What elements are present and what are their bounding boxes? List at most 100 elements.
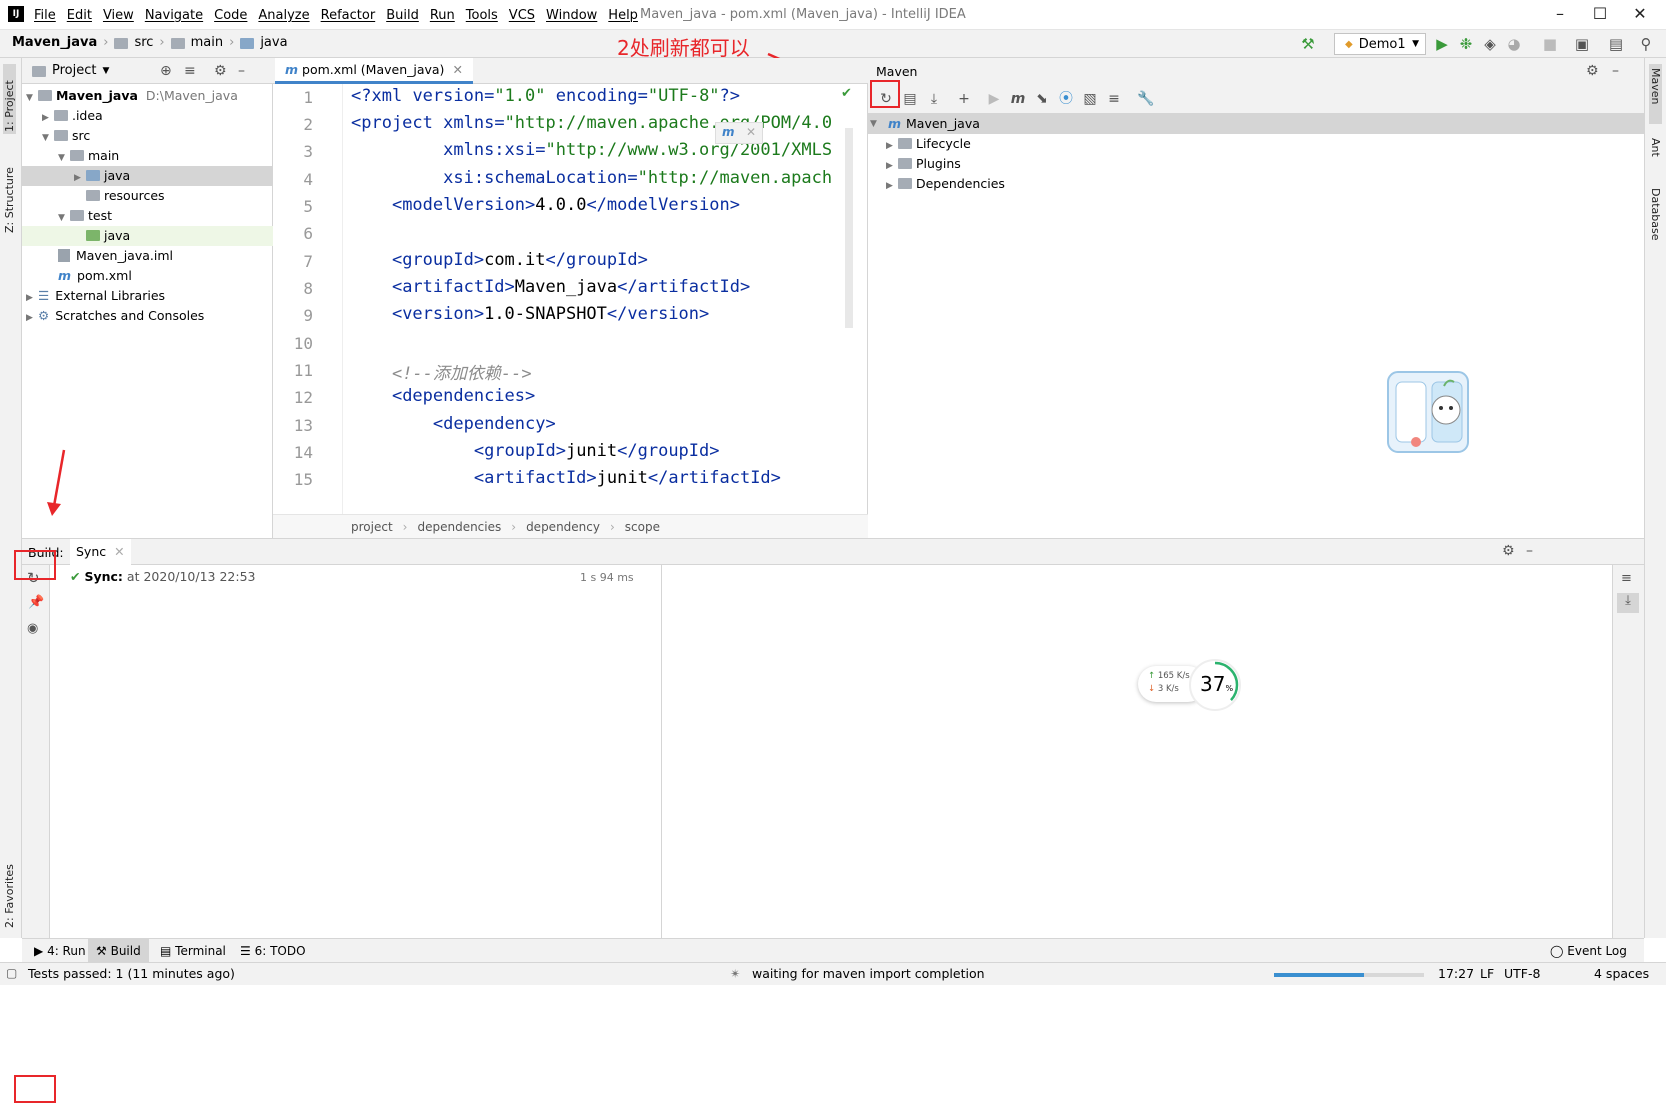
tab-todo[interactable]: ☰ 6: TODO [232,939,314,963]
tab-event-log[interactable]: ◯ Event Log [1542,939,1635,963]
maven-reload-popup[interactable]: m ✕ [715,122,763,144]
project-tool-tab[interactable]: 1: Project [3,64,16,134]
background-task-label[interactable]: waiting for maven import completion [752,966,985,981]
menu-view[interactable]: View [103,8,134,23]
run-icon[interactable]: ▶ [984,89,1004,109]
gear-icon[interactable]: ⚙ [1502,543,1515,559]
maximize-icon[interactable]: ☐ [1586,4,1614,26]
minimize-icon[interactable]: – [1546,4,1574,26]
tree-item-resources[interactable]: resources [22,186,273,206]
menu-vcs[interactable]: VCS [509,8,535,23]
search-icon[interactable]: ⚲ [1636,35,1656,53]
tab-run[interactable]: ▶ 4: Run [26,939,94,963]
maven-item-plugins[interactable]: ▶ Plugins [886,154,961,174]
tree-item-main-java[interactable]: ▶ java [22,166,273,186]
generate-sources-icon[interactable]: ▤ [900,89,920,109]
target-icon[interactable]: ⊕ [160,63,172,79]
tree-item-project-root[interactable]: ▼ Maven_java D:\Maven_java [22,86,273,106]
menu-window[interactable]: Window [546,8,597,23]
run-icon[interactable]: ▶ [1432,35,1452,53]
maven-item-lifecycle[interactable]: ▶ Lifecycle [886,134,971,154]
toggle-offline-icon[interactable]: ⬊ [1032,89,1052,109]
pin-icon[interactable]: 📌 [28,595,44,610]
tree-item-idea[interactable]: ▶ .idea [22,106,273,126]
breadcrumb-java[interactable]: java [260,35,287,50]
run-config-select[interactable]: ◆ Demo1 ▼ [1334,33,1426,55]
tree-item-scratches[interactable]: ▶ ⚙ Scratches and Consoles [22,306,273,326]
tree-item-test-java[interactable]: java [22,226,273,246]
tree-item-pom[interactable]: m pom.xml [22,266,273,286]
tree-item-test[interactable]: ▼ test [22,206,273,226]
favorites-tool-tab[interactable]: 2: Favorites [3,848,16,928]
menu-code[interactable]: Code [214,8,247,23]
sync-row[interactable]: ✔ Sync: at 2020/10/13 22:53 [70,569,256,584]
tree-item-src[interactable]: ▼ src [22,126,273,146]
breadcrumb-project[interactable]: Maven_java [12,35,97,50]
layout-icon[interactable]: ▤ [1606,35,1626,53]
close-tab-icon[interactable]: ✕ [452,62,462,77]
soft-wrap-icon[interactable]: ≡ [1621,571,1632,586]
crumb-project[interactable]: project [351,520,393,534]
project-view-select[interactable]: Project [52,63,96,78]
skip-tests-icon[interactable]: ⦿ [1056,89,1076,109]
crumb-dependency[interactable]: dependency [526,520,600,534]
editor-tab-pom[interactable]: m pom.xml (Maven_java) ✕ [275,58,473,84]
eye-icon[interactable]: ◉ [27,621,38,636]
profile-icon[interactable]: ◕ [1504,35,1524,53]
close-icon[interactable]: ✕ [1626,4,1654,26]
menu-edit[interactable]: Edit [67,8,92,23]
editor-scrollbar[interactable] [845,128,853,328]
maven-tool-tab[interactable]: Maven [1649,64,1662,124]
menu-run[interactable]: Run [430,8,455,23]
menu-build[interactable]: Build [386,8,419,23]
add-icon[interactable]: + [954,89,974,109]
stop-icon[interactable]: ■ [1540,35,1560,53]
file-encoding[interactable]: UTF-8 [1504,966,1540,981]
close-icon[interactable]: ✕ [746,125,756,139]
structure-tool-tab[interactable]: Z: Structure [3,153,16,233]
crumb-scope[interactable]: scope [625,520,660,534]
line-separator[interactable]: LF [1480,966,1494,981]
collapse-all-icon[interactable]: ≡ [1104,89,1124,109]
database-tool-tab[interactable]: Database [1649,188,1662,268]
caret-position[interactable]: 17:27 [1438,966,1474,981]
collapse-icon[interactable]: ≡ [184,63,196,79]
indent-setting[interactable]: 4 spaces [1594,966,1649,981]
scroll-to-end-icon[interactable]: ⤓ [1617,593,1639,613]
project-structure-icon[interactable]: ▣ [1572,35,1592,53]
hammer-icon[interactable]: ⚒ [1298,35,1318,53]
gear-icon[interactable]: ⚙ [1586,63,1599,79]
menu-help[interactable]: Help [608,8,638,23]
breadcrumb-src[interactable]: src [134,35,153,50]
maven-item-dependencies[interactable]: ▶ Dependencies [886,174,1005,194]
status-message[interactable]: Tests passed: 1 (11 minutes ago) [28,966,235,981]
breadcrumb-main[interactable]: main [191,35,223,50]
menu-refactor[interactable]: Refactor [321,8,376,23]
menu-navigate[interactable]: Navigate [145,8,203,23]
debug-icon[interactable]: ❉ [1456,35,1476,53]
hide-icon[interactable]: – [1612,63,1619,79]
gear-icon[interactable]: ⚙ [214,63,227,79]
tree-item-iml[interactable]: Maven_java.iml [22,246,273,266]
tab-terminal[interactable]: ▤ Terminal [152,939,234,963]
menu-tools[interactable]: Tools [466,8,498,23]
tab-sync[interactable]: Sync ✕ [70,539,131,565]
show-dependencies-icon[interactable]: ▧ [1080,89,1100,109]
download-icon[interactable]: ⤓ [924,89,944,109]
chevron-down-icon[interactable]: ▼ [102,66,109,76]
hide-icon[interactable]: – [238,63,245,79]
menu-file[interactable]: File [34,8,56,23]
maven-tree-root[interactable]: ▼ m Maven_java [868,114,1644,134]
tree-item-main[interactable]: ▼ main [22,146,273,166]
menu-analyze[interactable]: Analyze [258,8,309,23]
code-area[interactable]: <?xml version="1.0" encoding="UTF-8"?> <… [273,84,833,514]
ant-tool-tab[interactable]: Ant [1649,138,1662,178]
crumb-dependencies[interactable]: dependencies [417,520,501,534]
tree-item-external-libraries[interactable]: ▶ ☰ External Libraries [22,286,273,306]
coverage-icon[interactable]: ◈ [1480,35,1500,53]
tab-build[interactable]: ⚒ Build [88,939,149,963]
maven-reload-icon[interactable]: m [722,125,735,139]
wrench-icon[interactable]: 🔧 [1136,89,1156,109]
maven-goal-icon[interactable]: m [1008,89,1028,109]
close-tab-icon[interactable]: ✕ [114,544,124,559]
